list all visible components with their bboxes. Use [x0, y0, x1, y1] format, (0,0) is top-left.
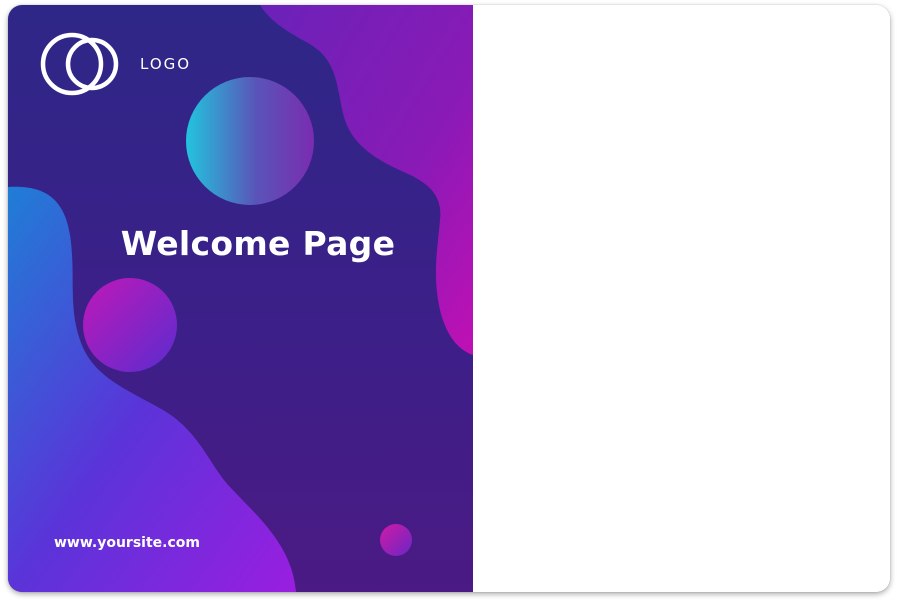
logo-label: LOGO	[140, 55, 192, 73]
welcome-card: LOGO Welcome Page www.yoursite.com	[8, 5, 890, 592]
logo-rings-icon	[40, 32, 119, 96]
blank-right-panel	[473, 5, 890, 592]
page-title: Welcome Page	[120, 224, 396, 263]
medium-decorative-circle	[83, 278, 177, 372]
small-decorative-circle	[380, 524, 412, 556]
website-link[interactable]: www.yoursite.com	[54, 535, 200, 551]
welcome-card-artwork-panel: LOGO Welcome Page www.yoursite.com	[8, 5, 473, 592]
large-decorative-circle	[186, 77, 314, 205]
